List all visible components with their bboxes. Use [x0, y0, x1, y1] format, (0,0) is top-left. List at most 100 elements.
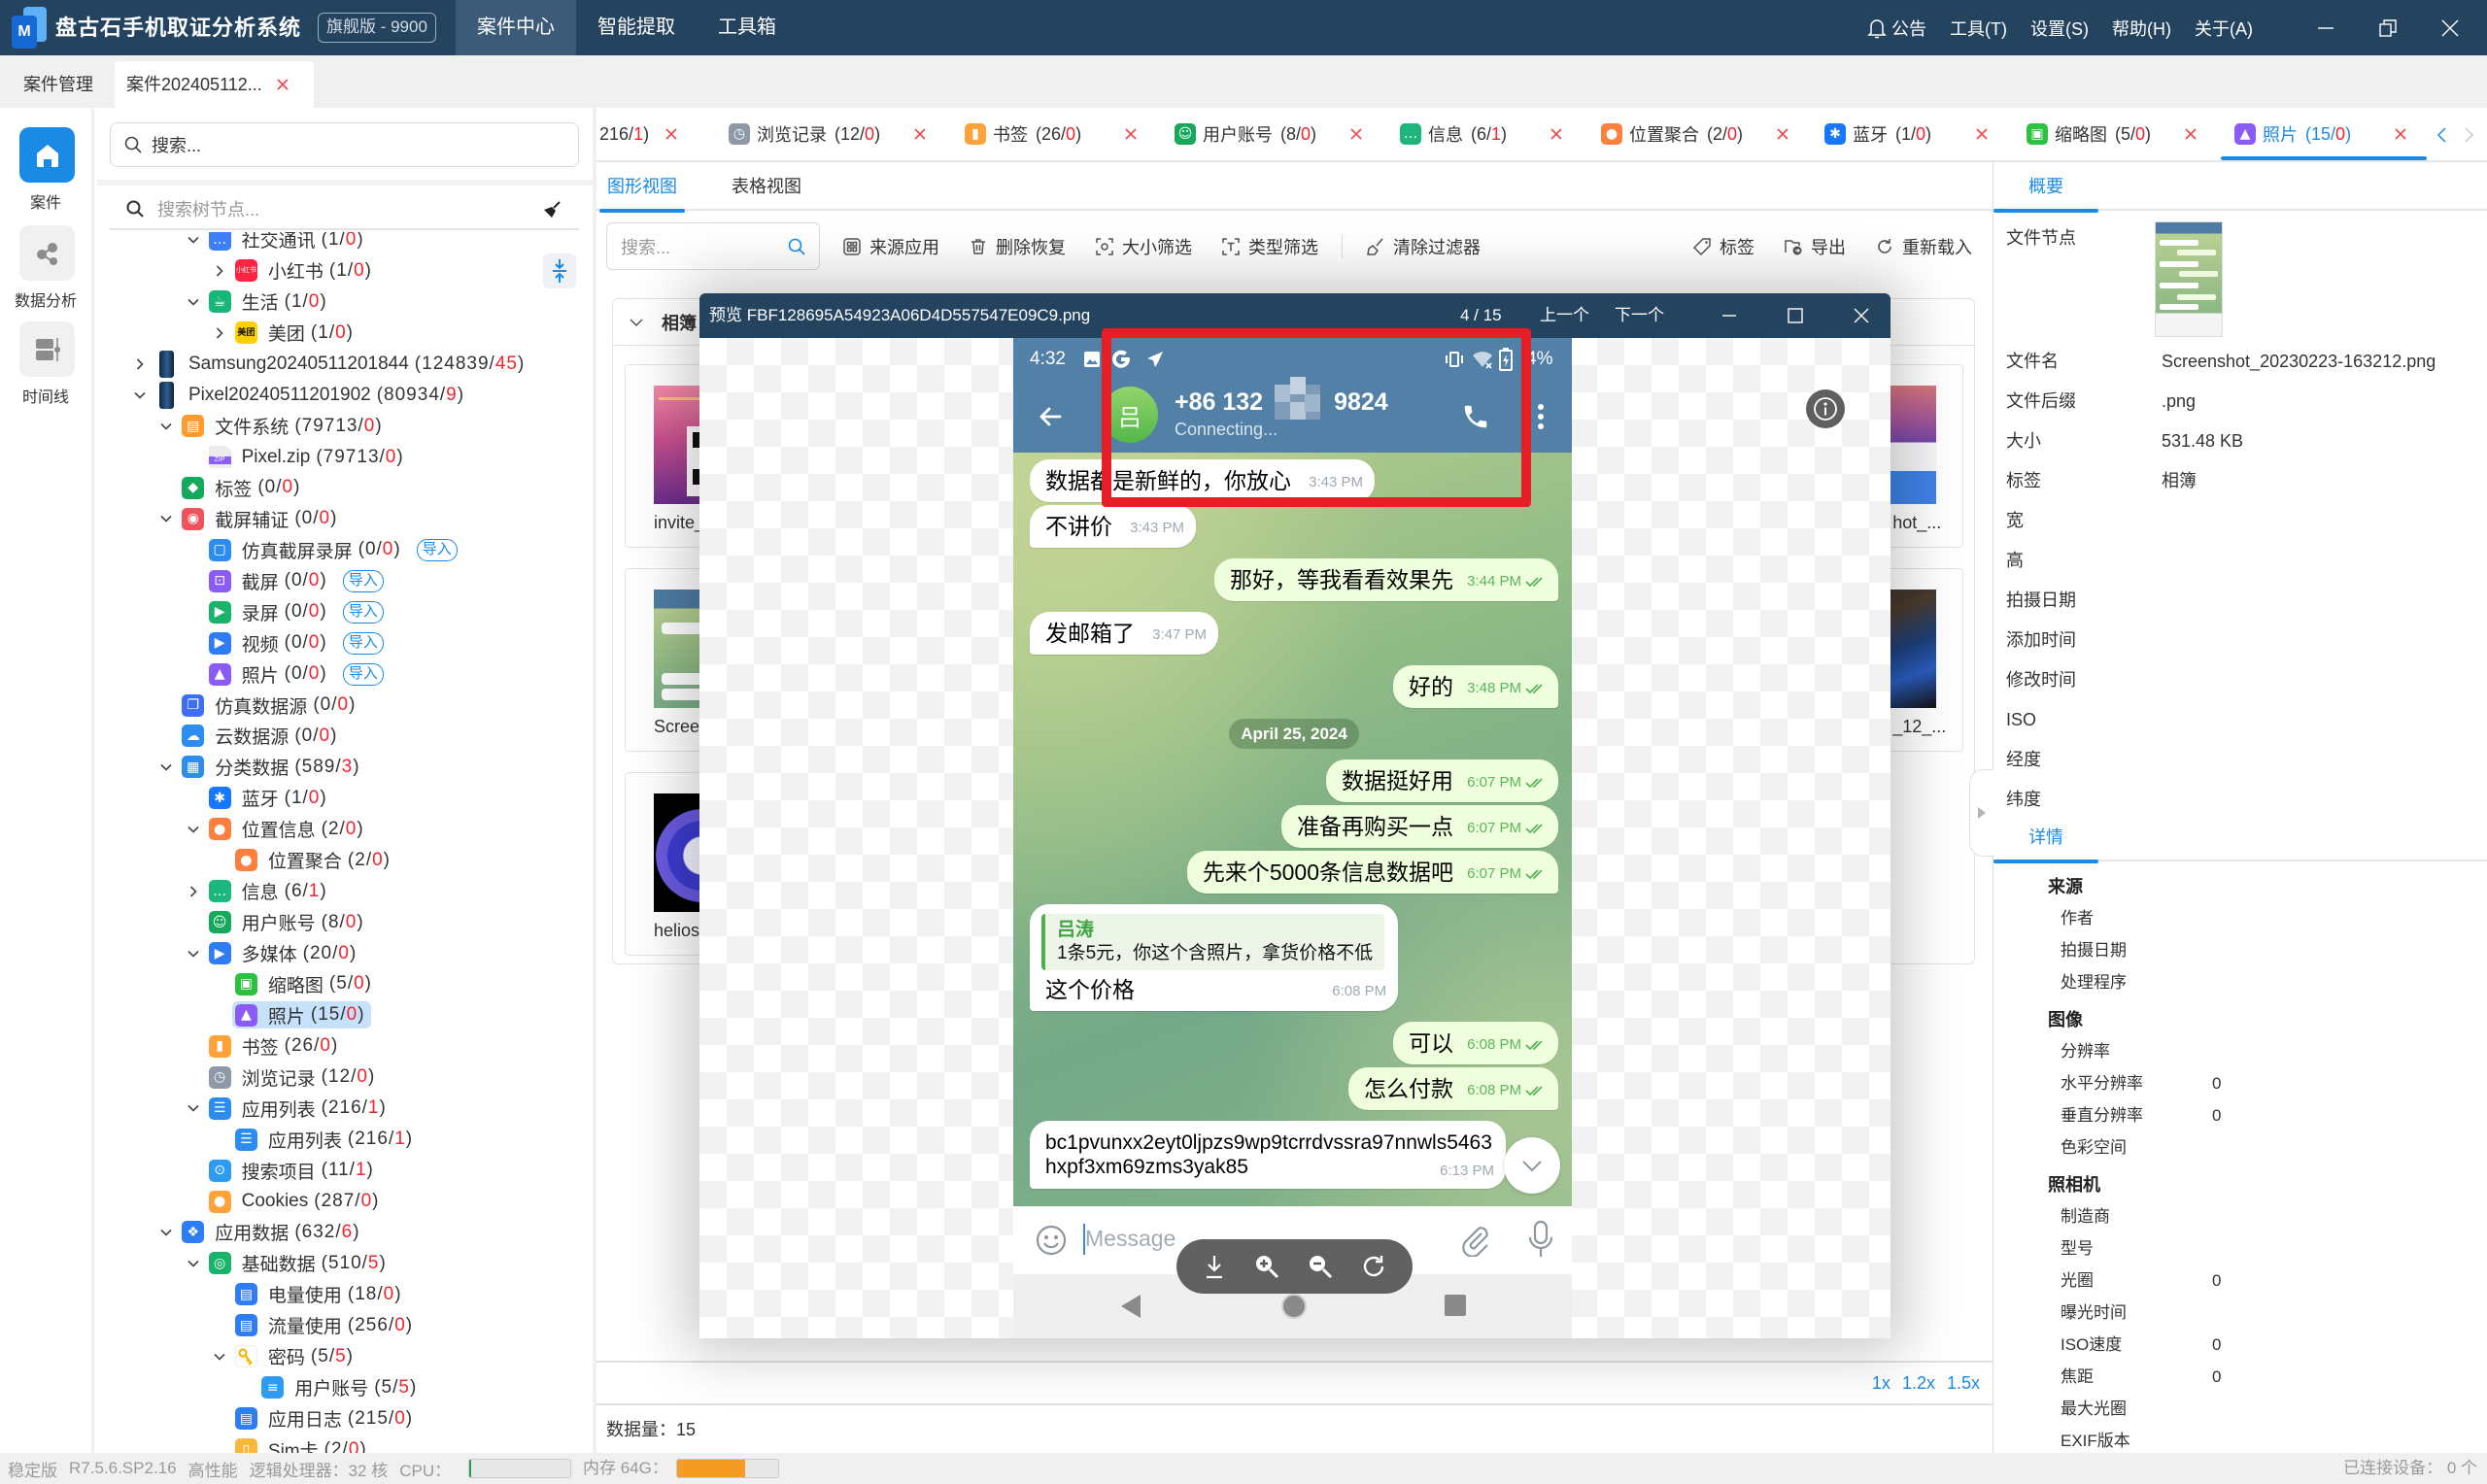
tree-node[interactable]: 书签 260 [97, 1030, 593, 1062]
chevron-down-icon[interactable] [185, 945, 202, 962]
chevron-left-icon[interactable] [2436, 126, 2449, 144]
tree-node-content[interactable]: 云数据源00 [182, 723, 343, 750]
microphone-icon[interactable] [1528, 1220, 1553, 1259]
content-tab[interactable]: 2161 [596, 108, 711, 160]
content-tab[interactable]: 书签 260 [951, 108, 1157, 160]
chevron-down-icon[interactable] [157, 759, 175, 776]
nav-back-icon[interactable] [1119, 1294, 1142, 1319]
tab-details[interactable]: 详情 [1993, 813, 2098, 863]
tree-node[interactable]: 流量使用 2560 [97, 1310, 593, 1341]
tree-node-content[interactable]: 仿真数据源00 [182, 691, 361, 719]
tree-node-content[interactable]: Samsung20240511201844 12483945 [155, 350, 530, 378]
import-button[interactable]: 导入 [342, 569, 384, 592]
back-arrow-icon[interactable] [1037, 403, 1064, 430]
message-bubble[interactable]: 不讲价 3:43 PM [1030, 505, 1196, 548]
tree-node[interactable]: 多媒体 200 [97, 938, 593, 969]
tree-node-content[interactable]: 照片 00 [208, 660, 333, 688]
tree-node[interactable]: 信息 61 [97, 876, 593, 907]
tree-node-content[interactable]: 文件系统797130 [182, 413, 388, 440]
tag-button[interactable]: 标签 [1692, 234, 1755, 259]
tree-node[interactable]: 浏览记录 120 [97, 1062, 593, 1093]
attach-icon[interactable] [1460, 1224, 1491, 1257]
tree-node[interactable]: 仿真数据源00 [97, 690, 593, 721]
emoji-icon[interactable] [1035, 1224, 1068, 1257]
tree-node-content[interactable]: Pixel20240511201902 80934 9 [155, 381, 470, 409]
tree-node-content[interactable]: 社交通讯 10 [208, 232, 370, 253]
type-filter-button[interactable]: 类型筛选 [1221, 234, 1318, 259]
tree-node-content[interactable]: Sim卡 20 [234, 1436, 373, 1453]
message-bubble[interactable]: 先来个5000条信息数据吧 6:07 PM [1186, 851, 1558, 894]
chevron-down-icon[interactable] [157, 510, 175, 527]
preview-minimize-button[interactable] [1708, 293, 1751, 338]
tree-node-content[interactable]: 照片 150 [231, 1001, 371, 1029]
tree-node-content[interactable]: 缩略图50 [234, 970, 378, 997]
close-tab-icon[interactable] [1550, 127, 1563, 141]
close-tab-icon[interactable] [913, 127, 927, 141]
content-tab[interactable]: 缩略图 50 [2013, 108, 2217, 160]
close-tab-icon[interactable] [664, 127, 678, 141]
tree-node-content[interactable]: 截屏辅证00 [182, 505, 343, 532]
preview-maximize-button[interactable] [1774, 293, 1817, 338]
rail-item-data-analysis[interactable]: 数据分析 [0, 225, 94, 322]
file-thumbnail[interactable] [2156, 222, 2222, 336]
case-tab-manage[interactable]: 案件管理 [12, 61, 105, 108]
message-bubble[interactable]: bc1pvunxx2eyt0ljpzs9wp9tcrrdvssra97nnwls… [1030, 1121, 1506, 1189]
tab-table-view[interactable]: 表格视图 [732, 162, 801, 211]
notice-button[interactable]: 公告 [1867, 16, 1926, 41]
close-window-button[interactable] [2419, 0, 2481, 55]
message-bubble[interactable]: 准备再购买一点 6:07 PM [1281, 805, 1558, 848]
import-button[interactable]: 导入 [342, 600, 384, 624]
tree-node-content[interactable]: 应用列表 2161 [234, 1126, 419, 1153]
help-menu[interactable]: 帮助(H) [2112, 16, 2171, 41]
chevron-down-icon[interactable] [185, 232, 202, 249]
nav-item[interactable]: 案件中心 [456, 0, 576, 55]
tree-node[interactable]: 社交通讯 10 [97, 232, 593, 255]
zoom-level-option[interactable]: 1.2x [1902, 1373, 1935, 1394]
chevron-right-icon[interactable] [211, 262, 228, 280]
close-tab-icon[interactable] [1349, 127, 1363, 141]
tree-node[interactable]: 生活 10 [97, 287, 593, 318]
chevron-right-icon[interactable] [211, 324, 228, 342]
close-tab-icon[interactable] [276, 78, 290, 91]
tree-node[interactable]: 用户账号55 [97, 1372, 593, 1403]
tree-node[interactable]: 截屏辅证00 [97, 503, 593, 534]
case-search-input[interactable]: 搜索... [110, 122, 579, 167]
message-bubble[interactable]: 那好，等我看看效果先 3:44 PM [1214, 558, 1558, 601]
tree-node[interactable]: 电量使用 180 [97, 1279, 593, 1310]
panel-collapse-handle[interactable] [1969, 769, 1993, 857]
chevron-down-icon[interactable] [185, 1099, 202, 1117]
tree-node-content[interactable]: 应用列表 2161 [208, 1095, 392, 1122]
tab-graphic-view[interactable]: 图形视图 [599, 162, 685, 213]
chevron-down-icon[interactable] [211, 1348, 228, 1366]
tree-node[interactable]: 分类数据5893 [97, 752, 593, 783]
close-tab-icon[interactable] [1124, 127, 1138, 141]
tree-node[interactable]: 仿真截屏录屏00导入 [97, 534, 593, 565]
tree-node-search-input[interactable]: 搜索树节点... [110, 189, 579, 230]
tree-node-content[interactable]: 基础数据 5105 [208, 1250, 392, 1277]
import-button[interactable]: 导入 [416, 538, 458, 561]
tab-summary[interactable]: 概要 [1993, 162, 2098, 213]
tree-node[interactable]: ZIPPixel.zip797130 [97, 442, 593, 473]
tree-node-content[interactable]: 截屏 00 [208, 567, 333, 594]
content-tab[interactable]: 浏览记录 120 [715, 108, 946, 160]
close-tab-icon[interactable] [1776, 127, 1789, 141]
content-tab[interactable]: 蓝牙 10 [1811, 108, 2008, 160]
message-bubble[interactable]: 怎么付款 6:08 PM [1348, 1067, 1558, 1110]
tree-node[interactable]: Samsung20240511201844 12483945 [97, 349, 593, 380]
tree-node-content[interactable]: 位置信息 20 [208, 816, 370, 843]
nav-item[interactable]: 智能提取 [576, 0, 697, 55]
tree-node-content[interactable]: 应用数据6326 [182, 1219, 365, 1246]
tree-node-content[interactable]: 密码 55 [234, 1343, 359, 1370]
import-button[interactable]: 导入 [342, 631, 384, 655]
zoom-level-option[interactable]: 1.5x [1947, 1373, 1980, 1394]
import-button[interactable]: 导入 [342, 662, 384, 686]
tree-node[interactable]: Pixel20240511201902 80934 9 [97, 380, 593, 411]
chevron-right-icon[interactable] [185, 883, 202, 900]
restore-button[interactable] [2357, 0, 2419, 55]
tree-node[interactable]: 录屏 00 导入 [97, 596, 593, 627]
rotate-icon[interactable] [1360, 1253, 1387, 1280]
tree-node[interactable]: 美团美团 10 [97, 318, 593, 349]
tree-node[interactable]: Cookies2870 [97, 1186, 593, 1217]
tree-node-content[interactable]: 分类数据5893 [182, 754, 365, 781]
case-tab-current[interactable]: 案件202405112... [115, 61, 314, 108]
